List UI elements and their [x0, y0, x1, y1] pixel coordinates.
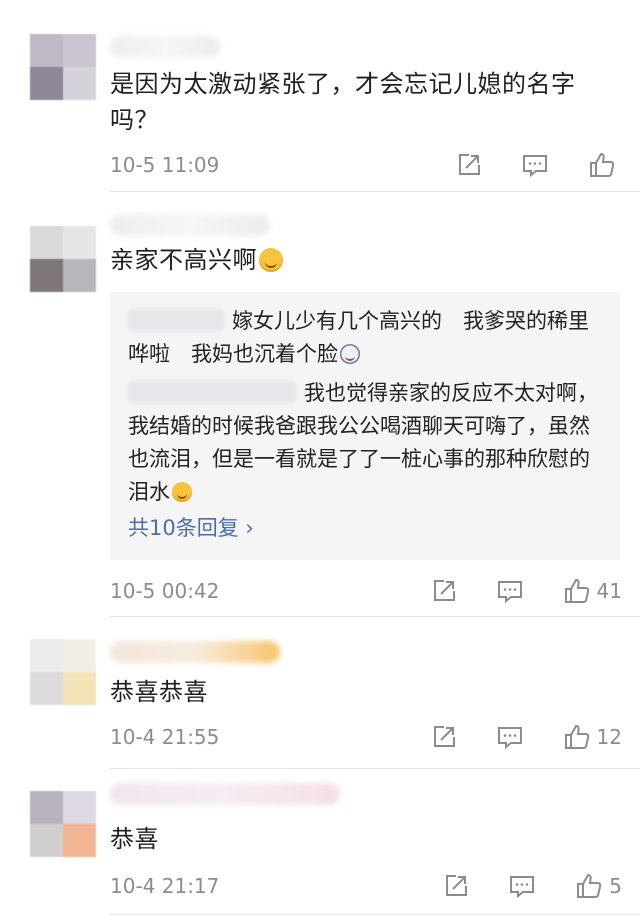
comment-time: 10-5 11:09	[110, 153, 220, 177]
avatar[interactable]	[30, 639, 96, 705]
share-icon	[433, 580, 455, 601]
username-blurred[interactable]	[110, 214, 270, 236]
like-icon	[564, 724, 589, 749]
username-blurred[interactable]	[110, 36, 220, 58]
avatar[interactable]	[30, 34, 96, 100]
comment-actions: 12	[431, 722, 622, 752]
like-icon	[564, 578, 589, 603]
share-button[interactable]	[443, 873, 469, 899]
reply-username-blurred[interactable]	[128, 309, 224, 331]
reply-item[interactable]: 嫁女儿少有几个高兴的 我爹哭的稀里哗啦 我妈也沉着个脸	[128, 305, 606, 371]
divider	[110, 914, 640, 915]
reply-preview-box[interactable]: 嫁女儿少有几个高兴的 我爹哭的稀里哗啦 我妈也沉着个脸 我也觉得亲家的反应不太对…	[110, 292, 620, 560]
comment-text: 是因为太激动紧张了，才会忘记儿媳的名字吗？	[110, 70, 576, 134]
like-count: 41	[596, 579, 622, 603]
tears-of-joy-emoji	[172, 482, 192, 502]
comment-time: 10-4 21:55	[110, 725, 220, 749]
like-button[interactable]: 12	[563, 723, 622, 751]
avatar[interactable]	[30, 226, 96, 292]
comment-icon	[497, 727, 522, 750]
more-replies-link[interactable]: 共10条回复 ›	[128, 513, 254, 543]
comment-meta: 10-4 21:55 12	[110, 722, 622, 752]
comment-item: 恭喜恭喜 10-4 21:55 12	[0, 617, 640, 769]
comment-time: 10-5 00:42	[110, 579, 220, 603]
comment-button[interactable]	[509, 873, 535, 899]
avatar[interactable]	[30, 791, 96, 857]
like-button[interactable]: 5	[575, 872, 622, 900]
like-icon	[577, 873, 602, 898]
comment-text: 亲家不高兴啊	[110, 242, 612, 278]
comment-time: 10-4 21:17	[110, 874, 220, 898]
share-icon	[446, 875, 468, 896]
username-blurred[interactable]	[110, 783, 340, 805]
comment-actions: 41	[431, 576, 622, 606]
comment-meta: 10-5 00:42 41	[110, 576, 622, 606]
comment-button[interactable]	[522, 152, 548, 178]
comment-button[interactable]	[497, 578, 523, 604]
comment-item: 恭喜 10-4 21:17 5	[0, 769, 640, 917]
comment-actions	[456, 150, 622, 180]
comment-icon	[510, 876, 535, 899]
like-count: 5	[609, 874, 622, 898]
comment-button[interactable]	[497, 724, 523, 750]
grinning-sweat-emoji	[259, 248, 283, 272]
comment-text: 恭喜	[110, 825, 159, 853]
share-icon	[433, 726, 455, 747]
like-button[interactable]	[588, 151, 622, 179]
share-button[interactable]	[431, 578, 457, 604]
share-button[interactable]	[431, 724, 457, 750]
comment-icon	[523, 155, 547, 178]
like-icon	[590, 152, 615, 177]
scream-emoji	[340, 344, 360, 364]
reply-item[interactable]: 我也觉得亲家的反应不太对啊，我结婚的时候我爸跟我公公喝酒聊天可嗨了，虽然也流泪，…	[128, 377, 606, 509]
comment-text: 恭喜恭喜	[110, 678, 208, 706]
comment-text-content: 亲家不高兴啊	[110, 246, 257, 274]
comment-item: 亲家不高兴啊 嫁女儿少有几个高兴的 我爹哭的稀里哗啦 我妈也沉着个脸 我也觉得亲…	[0, 192, 640, 617]
like-button[interactable]: 41	[563, 577, 622, 605]
username-blurred[interactable]	[110, 641, 280, 663]
comment-meta: 10-4 21:17 5	[110, 871, 622, 901]
like-count: 12	[596, 725, 622, 749]
reply-username-blurred[interactable]	[128, 381, 296, 403]
share-button[interactable]	[456, 152, 482, 178]
comment-meta: 10-5 11:09	[110, 150, 622, 180]
share-icon	[459, 154, 480, 175]
comment-icon	[497, 581, 522, 604]
comment-item: 是因为太激动紧张了，才会忘记儿媳的名字吗？ 10-5 11:09	[0, 0, 640, 192]
comment-actions: 5	[443, 871, 622, 901]
